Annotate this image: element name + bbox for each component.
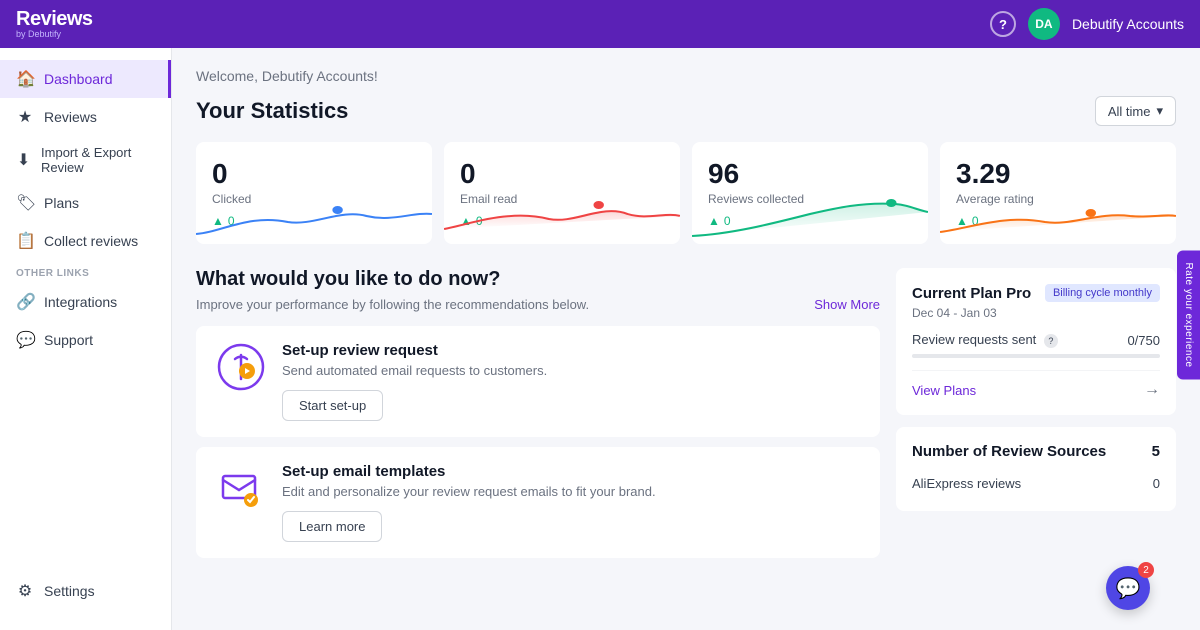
rec-card-setup-review: Set-up review request Send automated ema…: [196, 326, 880, 437]
sources-count: 5: [1152, 443, 1160, 460]
rec-content-setup-review: Set-up review request Send automated ema…: [282, 342, 860, 421]
stat-card-rating: 3.29 Average rating ▲ 0: [940, 142, 1176, 244]
chevron-down-icon: ▾: [1156, 103, 1163, 119]
arrow-right-icon: →: [1144, 381, 1160, 399]
tag-icon: 🏷: [16, 193, 34, 213]
info-icon[interactable]: ?: [1044, 334, 1058, 348]
logo-subtext: by Debutify: [16, 30, 93, 40]
sidebar-item-dashboard[interactable]: 🏠 Dashboard: [0, 60, 171, 98]
chat-icon: 💬: [1116, 576, 1141, 601]
sources-card: Number of Review Sources 5 AliExpress re…: [896, 427, 1176, 511]
welcome-text: Welcome, Debutify Accounts!: [196, 68, 1176, 84]
header: Reviews by Debutify ? DA Debutify Accoun…: [0, 0, 1200, 48]
rate-experience-label: Rate your experience: [1183, 262, 1194, 367]
other-links-label: OTHER LINKS: [0, 260, 171, 283]
filter-label: All time: [1108, 104, 1151, 119]
help-icon[interactable]: ?: [990, 11, 1016, 37]
stat-card-clicked: 0 Clicked ▲ 0: [196, 142, 432, 244]
stat-value-email-read: 0: [460, 158, 664, 190]
setup-review-icon: [216, 342, 266, 392]
sidebar: 🏠 Dashboard ★ Reviews ⬇ Import & Export …: [0, 48, 172, 630]
recommendations-section: What would you like to do now? Improve y…: [196, 268, 880, 568]
chat-bubble[interactable]: 💬 2: [1106, 566, 1150, 610]
sidebar-item-import-export[interactable]: ⬇ Import & Export Review: [0, 136, 171, 184]
stat-value-reviews: 96: [708, 158, 912, 190]
settings-icon: ⚙: [16, 581, 34, 601]
rec-card-desc-setup-review: Send automated email requests to custome…: [282, 363, 860, 378]
plan-dates: Dec 04 - Jan 03: [912, 306, 1160, 320]
sidebar-item-plans[interactable]: 🏷 Plans: [0, 184, 171, 222]
sidebar-item-collect-reviews[interactable]: 📋 Collect reviews: [0, 222, 171, 260]
integrations-icon: 🔗: [16, 292, 34, 312]
stat-value-rating: 3.29: [956, 158, 1160, 190]
show-more-link[interactable]: Show More: [814, 297, 880, 312]
rec-subtitle: Improve your performance by following th…: [196, 297, 589, 312]
chat-badge: 2: [1138, 562, 1154, 578]
plan-metric-label: Review requests sent ?: [912, 332, 1058, 348]
download-icon: ⬇: [16, 150, 31, 170]
bottom-section: What would you like to do now? Improve y…: [196, 268, 1176, 568]
learn-more-button[interactable]: Learn more: [282, 511, 382, 542]
stats-grid: 0 Clicked ▲ 0 0 Email read ▲ 0: [196, 142, 1176, 244]
chat-icon: 💬: [16, 330, 34, 350]
source-value-aliexpress: 0: [1153, 476, 1160, 491]
plan-metric-value: 0/750: [1127, 333, 1160, 348]
view-plans-row: View Plans →: [912, 370, 1160, 399]
stat-card-reviews: 96 Reviews collected ▲ 0: [692, 142, 928, 244]
filter-button[interactable]: All time ▾: [1095, 96, 1176, 126]
rec-card-email-templates: Set-up email templates Edit and personal…: [196, 447, 880, 558]
header-right: ? DA Debutify Accounts: [990, 8, 1184, 40]
sidebar-item-support[interactable]: 💬 Support: [0, 321, 171, 359]
sources-header: Number of Review Sources 5: [912, 443, 1160, 460]
account-name: Debutify Accounts: [1072, 16, 1184, 32]
stats-section-header: Your Statistics All time ▾: [196, 96, 1176, 126]
rec-title: What would you like to do now?: [196, 268, 500, 291]
stat-value-clicked: 0: [212, 158, 416, 190]
sources-title: Number of Review Sources: [912, 443, 1106, 460]
rec-card-title-email-templates: Set-up email templates: [282, 463, 860, 480]
plan-metric: Review requests sent ? 0/750: [912, 332, 1160, 348]
logo-text: Reviews: [16, 8, 93, 30]
clipboard-icon: 📋: [16, 231, 34, 251]
sidebar-item-reviews[interactable]: ★ Reviews: [0, 98, 171, 136]
plan-card: Current Plan Pro Billing cycle monthly D…: [896, 268, 1176, 415]
stat-card-email-read: 0 Email read ▲ 0: [444, 142, 680, 244]
rec-header: What would you like to do now?: [196, 268, 880, 291]
plan-header: Current Plan Pro Billing cycle monthly: [912, 284, 1160, 302]
rec-content-email-templates: Set-up email templates Edit and personal…: [282, 463, 860, 542]
stats-title: Your Statistics: [196, 98, 348, 124]
logo-container: Reviews by Debutify: [16, 8, 93, 40]
source-row-aliexpress: AliExpress reviews 0: [912, 472, 1160, 495]
rec-card-desc-email-templates: Edit and personalize your review request…: [282, 484, 860, 499]
avatar: DA: [1028, 8, 1060, 40]
sidebar-item-settings[interactable]: ⚙ Settings: [0, 572, 171, 610]
right-panel: Current Plan Pro Billing cycle monthly D…: [896, 268, 1176, 568]
rec-card-title-setup-review: Set-up review request: [282, 342, 860, 359]
main-content: Welcome, Debutify Accounts! Your Statist…: [172, 48, 1200, 630]
home-icon: 🏠: [16, 69, 34, 89]
sidebar-item-integrations[interactable]: 🔗 Integrations: [0, 283, 171, 321]
email-templates-icon: [216, 463, 266, 513]
progress-bar: [912, 354, 1160, 358]
plan-name: Current Plan Pro: [912, 285, 1031, 302]
start-setup-button[interactable]: Start set-up: [282, 390, 383, 421]
sidebar-bottom: ⚙ Settings: [0, 572, 171, 618]
star-icon: ★: [16, 107, 34, 127]
plan-badge: Billing cycle monthly: [1045, 284, 1160, 302]
rate-experience-sidebar[interactable]: Rate your experience: [1177, 250, 1200, 379]
sidebar-top: 🏠 Dashboard ★ Reviews ⬇ Import & Export …: [0, 60, 171, 359]
view-plans-link[interactable]: View Plans: [912, 383, 976, 398]
source-label-aliexpress: AliExpress reviews: [912, 476, 1021, 491]
layout: 🏠 Dashboard ★ Reviews ⬇ Import & Export …: [0, 48, 1200, 630]
